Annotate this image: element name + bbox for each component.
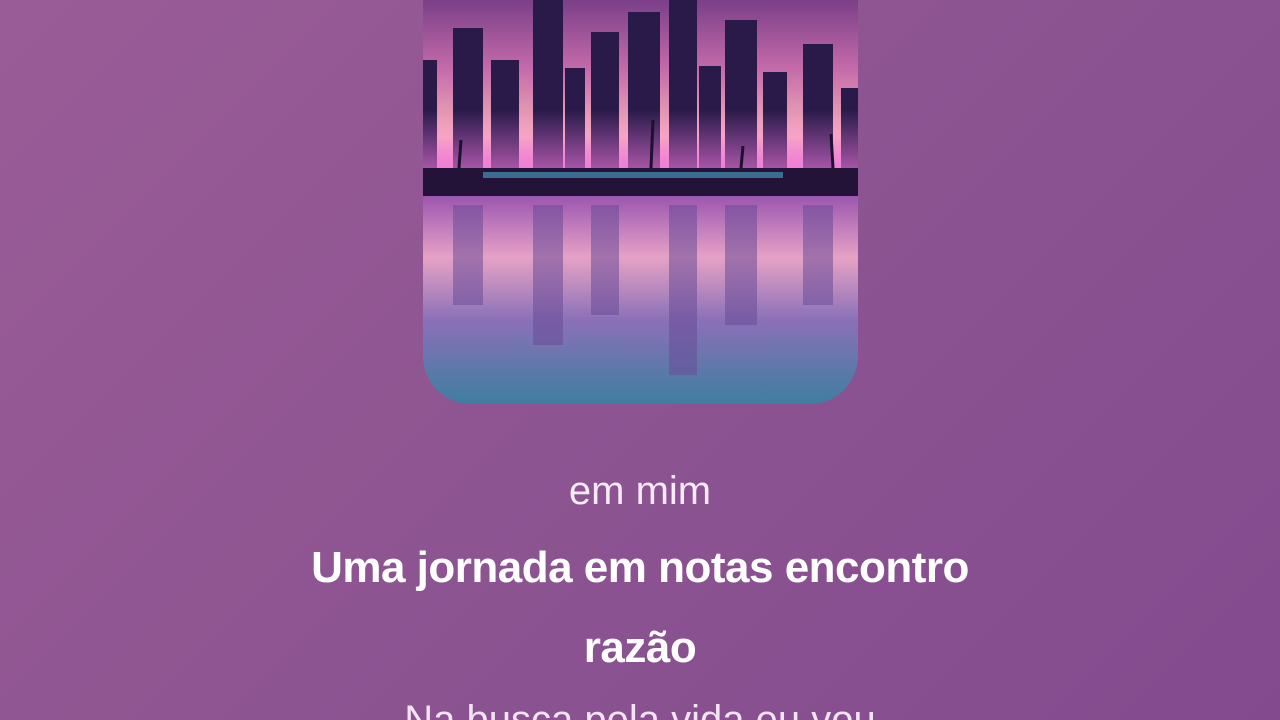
lyric-previous-line: em mim (568, 469, 712, 513)
lyric-current-line-continuation: razão (583, 623, 697, 672)
lyric-current-line: Uma jornada em notas encontro (311, 543, 969, 592)
lyric-next-line: Na busca pela vida eu vou (404, 698, 876, 720)
album-cover-image (423, 0, 858, 404)
